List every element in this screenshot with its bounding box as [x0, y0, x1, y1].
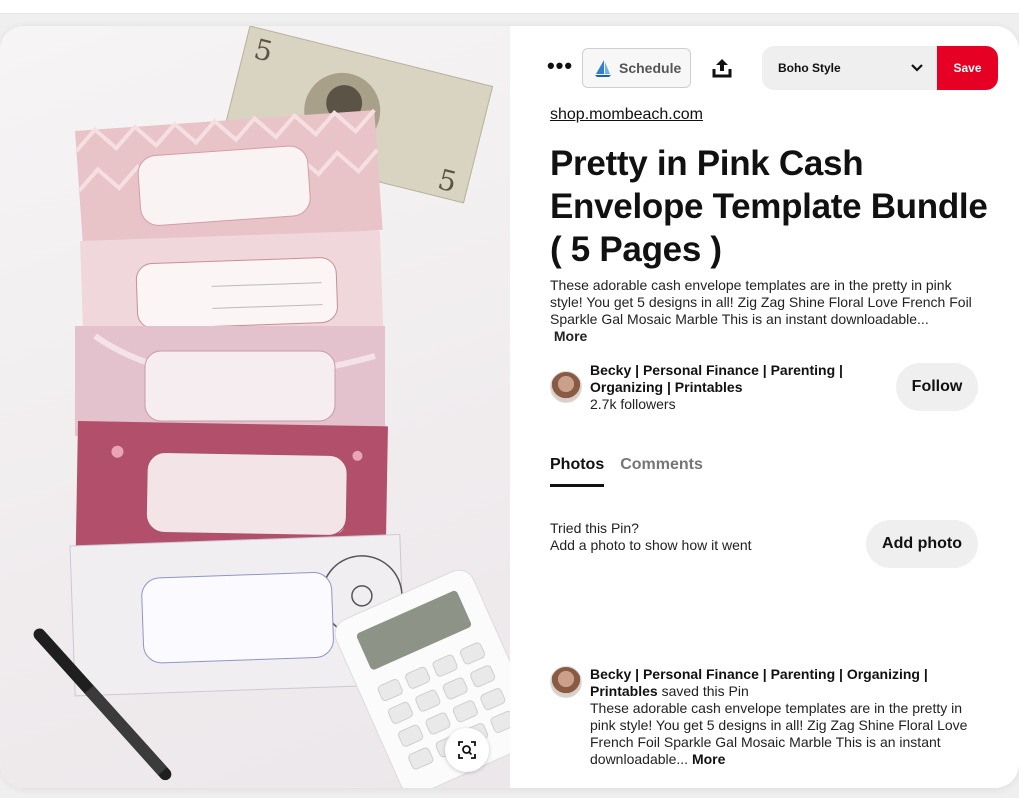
pin-description-text: These adorable cash envelope templates a… — [550, 277, 972, 327]
tabs: Photos Comments — [550, 456, 703, 487]
pin-title: Pretty in Pink Cash Envelope Template Bu… — [550, 144, 988, 269]
pin-photo-illustration: 5 5 — [33, 26, 510, 788]
avatar[interactable] — [550, 666, 582, 698]
board-select-dropdown[interactable]: Boho Style — [762, 46, 938, 90]
tried-this-pin: Tried this Pin? Add a photo to show how … — [550, 520, 752, 554]
tab-comments[interactable]: Comments — [620, 456, 703, 487]
pin-image[interactable]: 5 5 — [0, 26, 510, 788]
schedule-label: Schedule — [619, 60, 682, 76]
follow-button[interactable]: Follow — [896, 363, 978, 411]
chevron-down-icon — [911, 64, 923, 72]
activity-more-link[interactable]: More — [692, 751, 725, 767]
visual-search-button[interactable] — [445, 728, 489, 772]
save-button[interactable]: Save — [937, 46, 998, 90]
add-photo-button[interactable]: Add photo — [866, 520, 978, 568]
activity-action: saved this Pin — [661, 683, 749, 699]
top-nav-bar — [0, 0, 1019, 14]
pin-details-panel: ••• Schedule Boho Style Save shop.mombea… — [510, 26, 1019, 788]
board-select-value: Boho Style — [778, 61, 841, 75]
follower-count: 2.7k followers — [590, 396, 676, 412]
share-button[interactable] — [706, 52, 738, 84]
schedule-button[interactable]: Schedule — [582, 48, 691, 88]
activity-user[interactable]: Becky | Personal Finance | Parenting | O… — [590, 666, 928, 699]
pin-description: These adorable cash envelope templates a… — [550, 277, 975, 345]
tried-subtext: Add a photo to show how it went — [550, 537, 752, 553]
visual-search-icon — [458, 741, 476, 759]
share-upload-icon — [712, 59, 732, 78]
activity-description: These adorable cash envelope templates a… — [590, 700, 968, 767]
creator-row: Becky | Personal Finance | Parenting | O… — [550, 362, 990, 412]
pin-closeup-card: 5 5 ••• Schedule Boho Style Save shop.mo… — [0, 26, 1019, 788]
activity-text: Becky | Personal Finance | Parenting | O… — [590, 666, 980, 768]
tab-photos[interactable]: Photos — [550, 456, 605, 487]
more-options-button[interactable]: ••• — [544, 50, 576, 82]
sail-icon — [595, 60, 611, 77]
avatar[interactable] — [550, 371, 582, 403]
description-more-link[interactable]: More — [554, 328, 587, 344]
creator-name[interactable]: Becky | Personal Finance | Parenting | O… — [590, 362, 870, 396]
tried-heading: Tried this Pin? — [550, 520, 639, 536]
source-link[interactable]: shop.mombeach.com — [550, 106, 703, 124]
